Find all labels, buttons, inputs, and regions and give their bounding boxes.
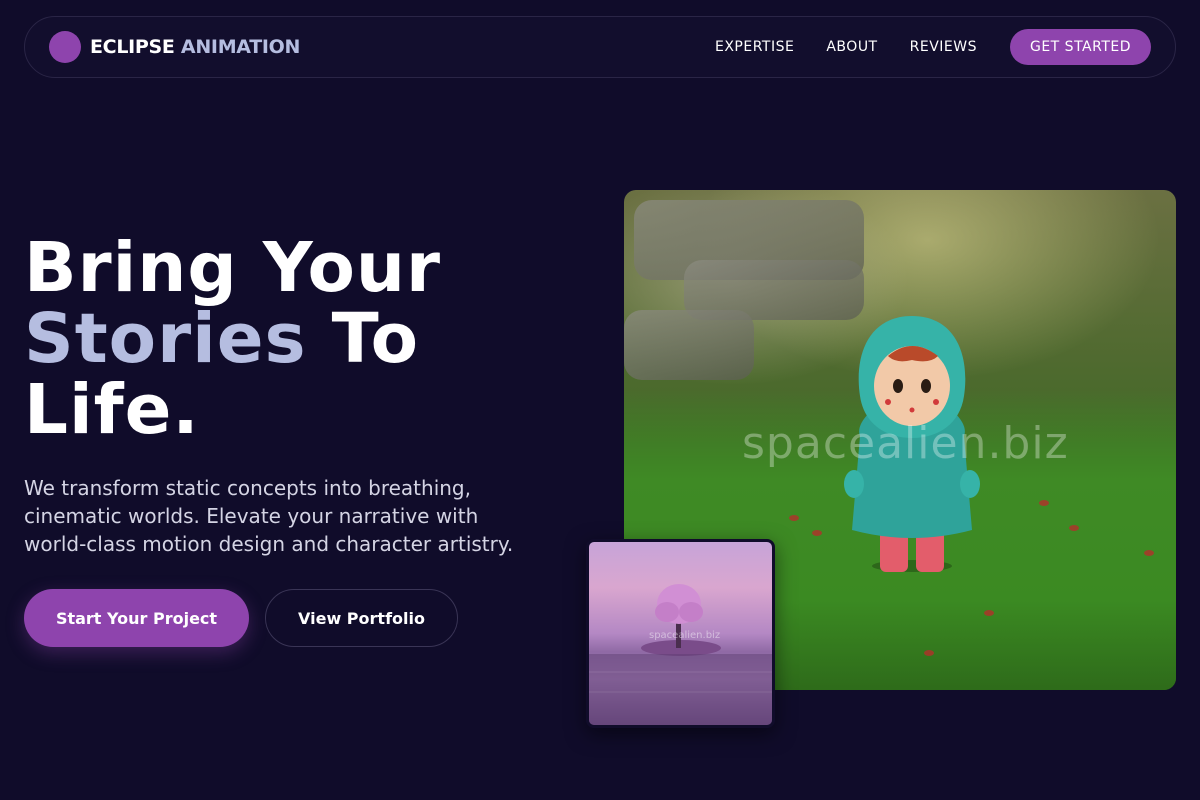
portfolio-thumbnail-image[interactable]: spacealien.biz bbox=[586, 539, 775, 728]
flower-dot bbox=[1144, 550, 1154, 556]
flower-dot bbox=[789, 515, 799, 521]
brand-name-part1: ECLIPSE bbox=[90, 36, 175, 58]
flower-dot bbox=[924, 650, 934, 656]
brand-name: ECLIPSE ANIMATION bbox=[90, 36, 300, 58]
hero-headline: Bring Your Stories To Life. bbox=[24, 233, 441, 446]
flower-dot bbox=[1039, 500, 1049, 506]
main-image-watermark: spacealien.biz bbox=[742, 418, 1069, 469]
start-project-button[interactable]: Start Your Project bbox=[24, 589, 249, 647]
nav-links: EXPERTISE ABOUT REVIEWS GET STARTED bbox=[715, 29, 1151, 65]
brand-name-part2: ANIMATION bbox=[180, 36, 301, 58]
nav-link-reviews[interactable]: REVIEWS bbox=[910, 39, 977, 55]
flower-dot bbox=[1069, 525, 1079, 531]
headline-line2-rest: To bbox=[306, 299, 419, 379]
flower-dot bbox=[984, 610, 994, 616]
headline-accent-word: Stories bbox=[24, 299, 307, 379]
hero-description: We transform static concepts into breath… bbox=[24, 476, 514, 556]
view-portfolio-button[interactable]: View Portfolio bbox=[265, 589, 458, 647]
thumbnail-watermark: spacealien.biz bbox=[649, 630, 721, 641]
nav-link-about[interactable]: ABOUT bbox=[826, 39, 877, 55]
top-navigation: ECLIPSE ANIMATION EXPERTISE ABOUT REVIEW… bbox=[24, 16, 1176, 78]
headline-line1: Bring Your bbox=[24, 228, 441, 308]
page: ECLIPSE ANIMATION EXPERTISE ABOUT REVIEW… bbox=[0, 0, 1200, 800]
logo-circle-icon bbox=[49, 31, 81, 63]
get-started-button[interactable]: GET STARTED bbox=[1009, 29, 1151, 65]
brand-logo[interactable]: ECLIPSE ANIMATION bbox=[49, 31, 300, 63]
rock-shape bbox=[624, 310, 754, 380]
flower-dot bbox=[812, 530, 822, 536]
headline-line3: Life. bbox=[24, 370, 200, 450]
nav-link-expertise[interactable]: EXPERTISE bbox=[715, 39, 794, 55]
